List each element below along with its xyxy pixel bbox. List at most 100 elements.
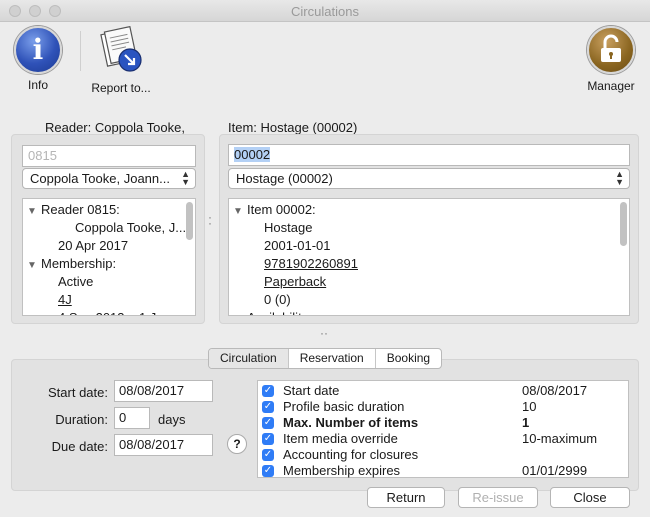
disclosure-triangle-icon[interactable]: ▼ [233, 311, 247, 315]
rule-checkbox[interactable]: ✓ [262, 385, 274, 397]
reader-header: Reader: Coppola Tooke, [45, 120, 185, 135]
rule-checkbox[interactable]: ✓ [262, 433, 274, 445]
reissue-button[interactable]: Re-issue [458, 487, 538, 508]
item-outline-text[interactable]: Paperback [264, 274, 326, 289]
circulation-rules-list: ✓ Start date 08/08/2017 ✓ Profile basic dura… [257, 380, 629, 478]
chevron-updown-icon: ▲ ▼ [181, 169, 190, 187]
reader-outline-text: 20 Apr 2017 [58, 238, 129, 253]
item-outline-scrollbar[interactable] [620, 202, 627, 246]
reader-outline-row[interactable]: 4 Sep 2013 – 1 Ja... [27, 309, 191, 315]
rule-checkbox[interactable]: ✓ [262, 401, 274, 413]
rule-label: Item media override [283, 431, 398, 446]
reader-name-select[interactable]: Coppola Tooke, Joann... ▲ ▼ [22, 168, 196, 189]
tab-booking[interactable]: Booking [376, 349, 441, 368]
due-date-field[interactable]: 08/08/2017 [114, 434, 213, 456]
due-date-label: Due date: [51, 439, 108, 454]
reader-outline-row[interactable]: 4J [27, 291, 191, 309]
item-outline-row[interactable]: 2001-01-01 [233, 237, 625, 255]
item-outline-text: Hostage [264, 220, 313, 235]
duration-unit: days [158, 412, 186, 427]
title-bar: Circulations [0, 0, 650, 22]
item-id-value: 00002 [234, 147, 271, 162]
tab-circulation[interactable]: Circulation [209, 349, 289, 368]
duration-label: Duration: [55, 412, 108, 427]
duration-field[interactable]: 0 [114, 407, 150, 429]
reader-outline-row[interactable]: Coppola Tooke, J... [27, 219, 191, 237]
rule-checkbox[interactable]: ✓ [262, 417, 274, 429]
chevron-updown-icon: ▲ ▼ [615, 169, 624, 187]
reader-outline-row[interactable]: Active [27, 273, 191, 291]
reader-outline-scrollbar[interactable] [186, 202, 193, 240]
return-button[interactable]: Return [367, 487, 445, 508]
rule-label: Profile basic duration [283, 399, 405, 414]
reader-outline-row[interactable]: ▼ Reader 0815: [27, 201, 191, 219]
duration-value: 0 [119, 410, 127, 425]
tab-bar: Circulation Reservation Booking [208, 348, 443, 369]
manager-label: Manager [587, 79, 635, 93]
item-title-select[interactable]: Hostage (00002) ▲ ▼ [228, 168, 630, 189]
item-outline-text: Availability: [247, 310, 312, 315]
reader-id-field[interactable]: 0815 [22, 145, 196, 167]
manager-toolbar-button[interactable]: Manager [582, 26, 640, 93]
reader-outline-text: Active [58, 274, 94, 289]
disclosure-triangle-icon[interactable]: ▼ [233, 203, 247, 221]
toolbar-separator [80, 31, 81, 71]
rule-value: 01/01/2999 [522, 463, 588, 478]
item-outline-text: 2001-01-01 [264, 238, 331, 253]
reader-outline-text[interactable]: 4J [58, 292, 72, 307]
start-date-value: 08/08/2017 [119, 383, 185, 398]
reader-name-value: Coppola Tooke, Joann... [30, 171, 170, 186]
reader-outline[interactable]: ▼ Reader 0815: Coppola Tooke, J... 20 Apr 2… [22, 198, 196, 316]
reader-outline-row[interactable]: ▼ Membership: [27, 255, 191, 273]
close-button[interactable]: Close [550, 487, 630, 508]
report-to-label: Report to... [91, 81, 151, 95]
item-outline-row[interactable]: Hostage [233, 219, 625, 237]
unlocked-padlock-icon [587, 26, 635, 74]
rule-label: Accounting for closures [283, 447, 419, 462]
circulations-window: Circulations i Info Report to... Manager… [0, 0, 650, 517]
rule-label: Membership expires [283, 463, 401, 478]
help-button[interactable]: ? [227, 434, 247, 454]
rule-value: 10-maximum [522, 431, 598, 446]
item-header: Item: Hostage (00002) [228, 120, 358, 135]
horizontal-splitter[interactable]: ·· [320, 326, 328, 340]
due-date-value: 08/08/2017 [119, 437, 185, 452]
rule-value: 1 [522, 415, 530, 430]
item-outline-text: 0 (0) [264, 292, 291, 307]
start-date-label: Start date: [48, 385, 108, 400]
info-label: Info [27, 78, 48, 92]
item-outline-text[interactable]: 9781902260891 [264, 256, 358, 271]
disclosure-triangle-icon[interactable]: ▼ [27, 203, 41, 221]
item-id-field[interactable]: 00002 [228, 144, 630, 166]
reader-outline-text: Coppola Tooke, J... [75, 220, 187, 235]
rule-value: 10 [522, 399, 537, 414]
report-document-icon [100, 25, 142, 72]
reader-outline-text: Membership: [41, 256, 117, 271]
item-outline-text: Item 00002: [247, 202, 316, 217]
info-icon: i [14, 26, 62, 74]
reader-outline-text: Reader 0815: [41, 202, 120, 217]
vertical-splitter[interactable]: · · [208, 211, 212, 229]
reader-outline-text: 4 Sep 2013 – 1 Ja... [58, 310, 174, 315]
item-outline-row[interactable]: 0 (0) [233, 291, 625, 309]
item-outline-row[interactable]: ▼Availability: [233, 309, 625, 315]
rule-label: Start date [283, 383, 340, 398]
item-outline-row[interactable]: 9781902260891 [233, 255, 625, 273]
reader-id-placeholder: 0815 [28, 148, 57, 163]
reader-outline-row[interactable]: 20 Apr 2017 [27, 237, 191, 255]
report-to-toolbar-button[interactable]: Report to... [86, 25, 156, 95]
info-toolbar-button[interactable]: i Info [14, 26, 62, 92]
start-date-field[interactable]: 08/08/2017 [114, 380, 213, 402]
item-outline-row[interactable]: Paperback [233, 273, 625, 291]
item-outline-row[interactable]: ▼ Item 00002: [233, 201, 625, 219]
item-outline[interactable]: ▼ Item 00002: Hostage 2001-01-01 97819022608… [228, 198, 630, 316]
rule-label: Max. Number of items [283, 415, 419, 430]
disclosure-triangle-icon[interactable]: ▼ [27, 257, 41, 275]
rule-checkbox[interactable]: ✓ [262, 449, 274, 461]
rule-checkbox[interactable]: ✓ [262, 465, 274, 477]
toolbar: i Info Report to... Manager [0, 23, 650, 101]
rule-value: 08/08/2017 [522, 383, 588, 398]
tab-reservation[interactable]: Reservation [289, 349, 376, 368]
window-title: Circulations [291, 4, 359, 19]
item-title-value: Hostage (00002) [236, 171, 333, 186]
